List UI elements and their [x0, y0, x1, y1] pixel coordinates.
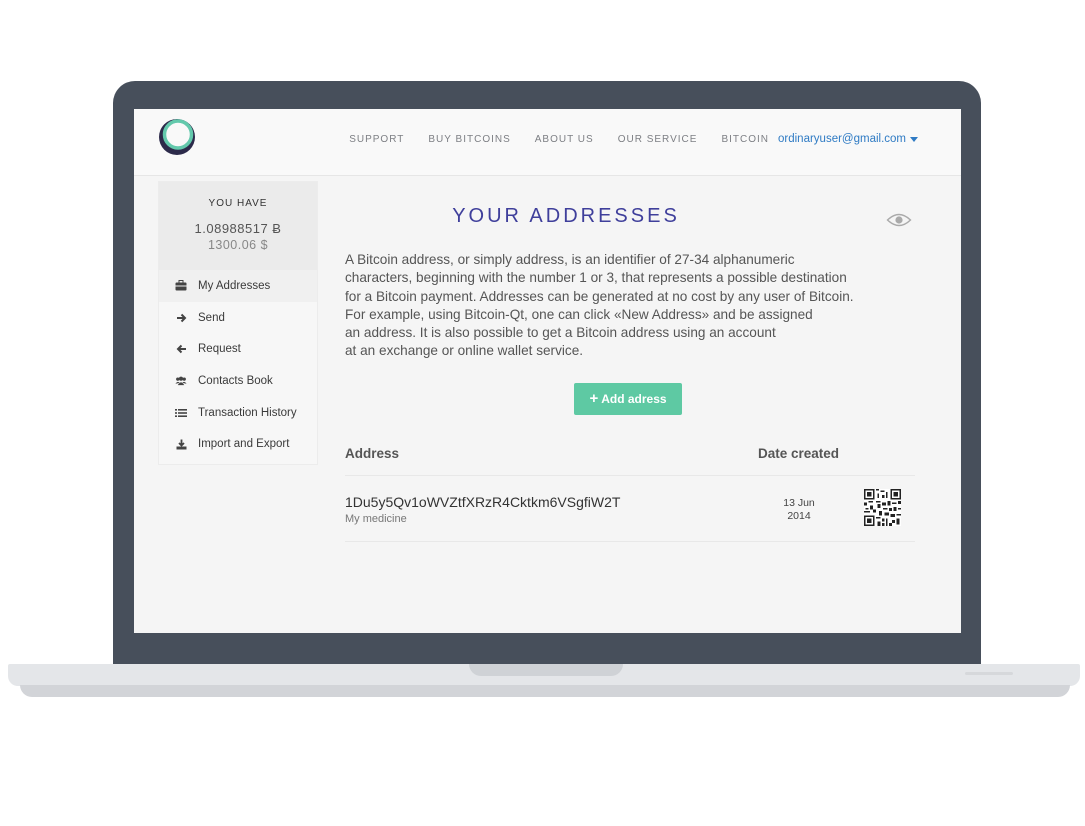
users-icon: [175, 375, 187, 387]
download-icon: [175, 438, 187, 450]
sidebar-item-label: Contacts Book: [198, 374, 273, 387]
user-email: ordinaryuser@gmail.com: [778, 133, 906, 145]
nav-about-us[interactable]: ABOUT US: [535, 134, 594, 145]
plus-icon: +: [589, 390, 599, 407]
balance-panel: YOU HAVE 1.08988517 Ƀ 1300.06 $: [159, 182, 317, 270]
nav-buy-bitcoins[interactable]: BUY BITCOINS: [428, 134, 510, 145]
laptop-notch: [469, 664, 623, 676]
main-nav: SUPPORT BUY BITCOINS ABOUT US OUR SERVIC…: [349, 133, 961, 145]
add-address-button[interactable]: + Add adress: [574, 383, 682, 415]
date-year: 2014: [787, 510, 811, 522]
description-line: For example, using Bitcoin-Qt, one can c…: [345, 306, 813, 322]
column-header-address: Address: [345, 446, 400, 461]
sidebar-item-label: Transaction History: [198, 406, 297, 419]
description-line: an address. It is also possible to get a…: [345, 325, 776, 341]
qr-code-icon[interactable]: [864, 489, 901, 526]
top-navbar: SUPPORT BUY BITCOINS ABOUT US OUR SERVIC…: [134, 109, 961, 176]
description: A Bitcoin address, or simply address, is…: [345, 251, 915, 361]
user-menu[interactable]: ordinaryuser@gmail.com: [778, 133, 918, 145]
description-line: characters, beginning with the number 1 …: [345, 270, 847, 286]
sidebar-item-label: Import and Export: [198, 438, 290, 451]
table-divider: [345, 541, 915, 542]
briefcase-icon: [175, 280, 187, 292]
arrow-right-icon: [175, 312, 187, 324]
list-icon: [175, 407, 187, 419]
sidebar-item-label: My Addresses: [198, 279, 271, 292]
address-note: My medicine: [345, 513, 407, 525]
description-line: A Bitcoin address, or simply address, is…: [345, 252, 795, 267]
sidebar-item-request[interactable]: Request: [159, 333, 317, 365]
sidebar-item-send[interactable]: Send: [159, 302, 317, 334]
laptop-base-bottom: [20, 685, 1070, 697]
eye-icon[interactable]: [886, 211, 912, 229]
sidebar-item-transaction-history[interactable]: Transaction History: [159, 397, 317, 429]
nav-our-service[interactable]: OUR SERVICE: [618, 134, 698, 145]
date-created: 13 Jun 2014: [774, 497, 824, 523]
sidebar-item-my-addresses[interactable]: My Addresses: [159, 270, 317, 302]
sidebar-item-contacts-book[interactable]: Contacts Book: [159, 365, 317, 397]
balance-label: YOU HAVE: [208, 198, 268, 209]
address-value[interactable]: 1Du5y5Qv1oWVZtfXRzR4Cktkm6VSgfiW2T: [345, 494, 620, 510]
balance-usd: 1300.06 $: [207, 238, 269, 252]
arrow-left-icon: [175, 343, 187, 355]
nav-bitcoin[interactable]: BITCOIN: [721, 134, 769, 145]
nav-support[interactable]: SUPPORT: [349, 134, 404, 145]
description-line: for a Bitcoin payment. Addresses can be …: [345, 288, 854, 304]
date-day: 13 Jun: [783, 497, 815, 509]
balance-btc: 1.08988517 Ƀ: [194, 221, 282, 236]
table-divider: [345, 475, 915, 476]
sidebar-item-label: Send: [198, 311, 225, 324]
description-line: at an exchange or online wallet service.: [345, 343, 584, 359]
sidebar-item-label: Request: [198, 343, 241, 356]
page-title: YOUR ADDRESSES: [452, 205, 680, 227]
laptop-foot: [965, 672, 1013, 675]
chevron-down-icon: [910, 137, 918, 142]
app-screen: SUPPORT BUY BITCOINS ABOUT US OUR SERVIC…: [134, 109, 961, 633]
logo-icon[interactable]: [156, 116, 198, 158]
add-address-label: Add adress: [601, 392, 667, 406]
column-header-date: Date created: [758, 446, 840, 461]
sidebar-item-import-export[interactable]: Import and Export: [159, 428, 317, 460]
sidebar: YOU HAVE 1.08988517 Ƀ 1300.06 $ My Addre…: [158, 181, 318, 465]
